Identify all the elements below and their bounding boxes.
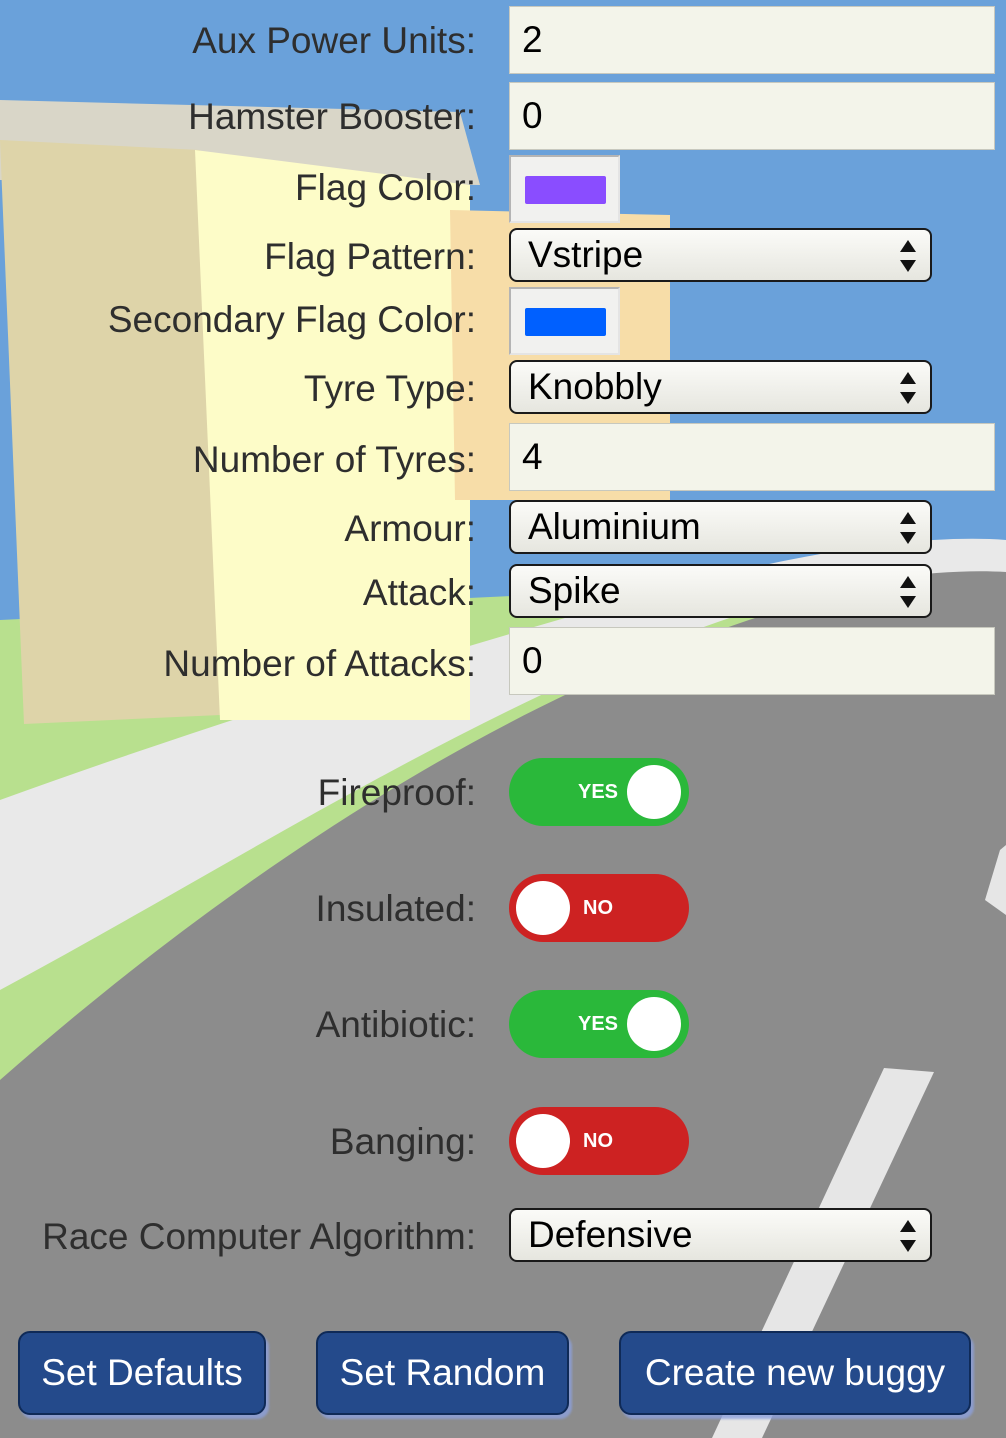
- attack-value: Spike: [528, 570, 621, 611]
- secondary-flag-color-picker[interactable]: [509, 287, 620, 355]
- toggle-knob: [627, 765, 681, 819]
- select-arrows-icon: [900, 372, 916, 404]
- toggle-state-label: NO: [583, 897, 613, 919]
- toggle-knob: [516, 881, 570, 935]
- insulated-label: Insulated:: [315, 888, 476, 929]
- banging-toggle[interactable]: NO: [509, 1107, 689, 1175]
- hamster-booster-input[interactable]: 0: [509, 82, 995, 150]
- set-defaults-button[interactable]: Set Defaults: [18, 1331, 266, 1415]
- antibiotic-toggle[interactable]: YES: [509, 990, 689, 1058]
- flag-color-picker[interactable]: [509, 155, 620, 223]
- race-computer-algorithm-value: Defensive: [528, 1214, 693, 1255]
- race-computer-algorithm-label: Race Computer Algorithm:: [42, 1216, 476, 1257]
- select-arrows-icon: [900, 240, 916, 272]
- toggle-knob: [516, 1114, 570, 1168]
- number-of-attacks-input[interactable]: 0: [509, 627, 995, 695]
- hamster-booster-label: Hamster Booster:: [188, 96, 476, 137]
- tyre-type-value: Knobbly: [528, 366, 662, 407]
- aux-power-units-input[interactable]: 2: [509, 6, 995, 74]
- flag-pattern-label: Flag Pattern:: [264, 236, 476, 277]
- race-computer-algorithm-select[interactable]: Defensive: [509, 1208, 932, 1262]
- attack-label: Attack:: [362, 572, 476, 613]
- insulated-toggle[interactable]: NO: [509, 874, 689, 942]
- secondary-flag-color-label: Secondary Flag Color:: [107, 299, 476, 340]
- toggle-knob: [627, 997, 681, 1051]
- toggle-state-label: YES: [578, 1013, 619, 1035]
- tyre-type-select[interactable]: Knobbly: [509, 360, 932, 414]
- fireproof-toggle[interactable]: YES: [509, 758, 689, 826]
- attack-select[interactable]: Spike: [509, 564, 932, 618]
- number-of-tyres-input[interactable]: 4: [509, 423, 995, 491]
- armour-value: Aluminium: [528, 506, 701, 547]
- flag-pattern-value: Vstripe: [528, 234, 644, 275]
- select-arrows-icon: [900, 1220, 916, 1252]
- flag-color-label: Flag Color:: [295, 167, 476, 208]
- antibiotic-label: Antibiotic:: [315, 1004, 476, 1045]
- flag-pattern-select[interactable]: Vstripe: [509, 228, 932, 282]
- armour-select[interactable]: Aluminium: [509, 500, 932, 554]
- secondary-flag-color-swatch: [525, 308, 606, 336]
- select-arrows-icon: [900, 576, 916, 608]
- number-of-tyres-label: Number of Tyres:: [192, 439, 476, 480]
- select-arrows-icon: [900, 512, 916, 544]
- number-of-attacks-label: Number of Attacks:: [163, 643, 476, 684]
- set-random-button[interactable]: Set Random: [316, 1331, 569, 1415]
- armour-label: Armour:: [344, 508, 476, 549]
- fireproof-label: Fireproof:: [317, 772, 476, 813]
- toggle-state-label: YES: [578, 781, 619, 803]
- tyre-type-label: Tyre Type:: [303, 368, 476, 409]
- create-new-buggy-button[interactable]: Create new buggy: [619, 1331, 971, 1415]
- aux-power-units-label: Aux Power Units:: [192, 20, 476, 61]
- flag-color-swatch: [525, 176, 606, 204]
- toggle-state-label: NO: [583, 1130, 613, 1152]
- banging-label: Banging:: [329, 1121, 476, 1162]
